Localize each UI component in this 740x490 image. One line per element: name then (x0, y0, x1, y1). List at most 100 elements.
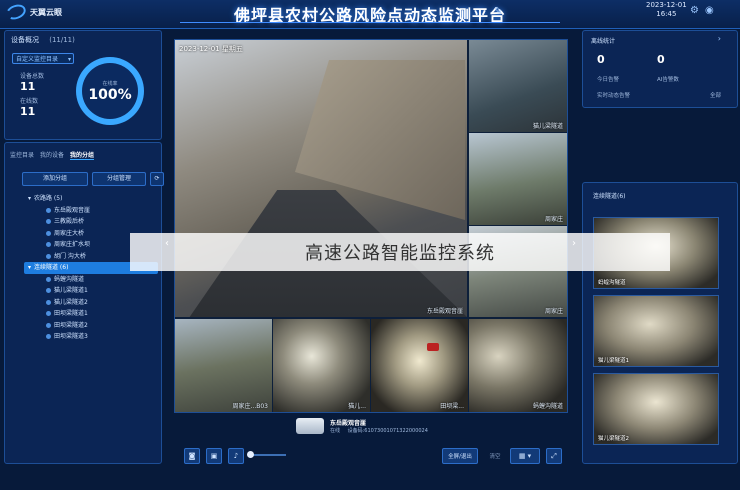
tab-my-devices[interactable]: 我的设备 (40, 150, 64, 160)
side-camera-2[interactable]: 周家庄 (469, 133, 567, 225)
tree-item-label: 猫儿梁隧道2 (54, 298, 88, 306)
tunnel-thumb-3[interactable]: 猫儿梁隧道2 (593, 373, 719, 445)
tunnel-thumbnails-title: 连续隧道(6) (593, 193, 626, 200)
tree-item-label: 田坝梁隧道1 (54, 310, 88, 317)
side-camera-1-label: 猫儿梁隧道 (532, 123, 563, 130)
tree-item[interactable]: 猫儿梁隧道2 (24, 297, 158, 309)
camera-dot-icon (46, 276, 51, 282)
alarm-stats-title: 离线统计 (591, 38, 616, 45)
online-rate-ring-inner: 在线率 100% (82, 63, 138, 119)
logo-text: 天翼云眼 (30, 7, 62, 17)
tree-tabs: 监控目录 我的设备 我的分组 (10, 150, 95, 160)
notification-icon[interactable]: ⚙ (690, 5, 699, 16)
camera-dot-icon (46, 288, 51, 294)
tree-item-label: 三教殿后桥 (54, 218, 85, 225)
time-text: 16:45 (656, 10, 677, 18)
device-overview-title: 设备概况 (11/11) (11, 35, 75, 45)
camera-dot-icon (46, 311, 51, 317)
stat-online: 在线数 11 (20, 96, 38, 118)
bottom-camera-2[interactable]: 猫儿... (273, 319, 370, 412)
tree-item-label: 猫儿梁隧道1 (54, 287, 88, 294)
stat-online-label: 在线数 (20, 98, 39, 105)
main-camera-view[interactable]: 2023-12-01 星期五 东岳殿观音崖 (175, 40, 467, 317)
fullscreen-toggle-button[interactable]: 全屏/退出 (442, 448, 478, 464)
side-camera-2-label: 周家庄 (544, 216, 563, 223)
datetime: 2023-12-01 16:45 (646, 1, 687, 19)
tree-item[interactable]: ▾ 农路路 (5) (24, 193, 158, 205)
manage-group-button[interactable]: 分组管理 (92, 172, 146, 186)
chevron-down-icon: ▾ (28, 264, 32, 271)
tree-item[interactable]: 田坝梁隧道1 (24, 308, 158, 320)
tree-item[interactable]: 田坝梁隧道3 (24, 331, 158, 343)
device-count: (11/11) (49, 36, 75, 44)
bottom-camera-3-label: 田坝梁... (440, 403, 464, 410)
ai-alarm-value: 0 (657, 53, 665, 66)
device-overview-title-text: 设备概况 (11, 36, 39, 44)
record-icon[interactable]: ▣ (206, 448, 222, 464)
side-camera-1[interactable]: 猫儿梁隧道 (469, 40, 567, 132)
refresh-icon[interactable]: ⟳ (150, 172, 164, 186)
tunnel-thumb-2[interactable]: 猫儿梁隧道1 (593, 295, 719, 367)
tree-item[interactable]: 田坝梁隧道2 (24, 320, 158, 332)
stat-total: 设备总数 11 (20, 71, 44, 93)
tab-monitor-catalog[interactable]: 监控目录 (10, 150, 34, 160)
clear-button[interactable]: 清空 (482, 448, 508, 464)
tree-item-label: 田坝梁隧道2 (54, 321, 88, 329)
stat-online-value: 11 (20, 105, 36, 118)
camera-dot-icon (46, 253, 51, 259)
selected-camera-status: 在线 (330, 428, 341, 434)
layout-grid-select[interactable]: ▦ ▾ (510, 448, 540, 464)
bottom-camera-1-label: 周家庄...B03 (232, 403, 268, 410)
camera-dot-icon (46, 299, 51, 305)
catalog-select[interactable]: 自定义监控目录 ▾ (12, 53, 74, 64)
chevron-down-icon: ▾ (28, 195, 32, 202)
camera-dot-icon (46, 207, 51, 213)
tree-item[interactable]: 猫儿梁隧道1 (24, 285, 158, 297)
tree-item-label: 连续隧道 (6) (34, 264, 69, 271)
selected-camera-meta: 在线 设备码:61073001071322000024 (330, 427, 428, 434)
today-alarm-value: 0 (597, 53, 605, 66)
catalog-select-value: 自定义监控目录 (16, 56, 59, 63)
tree-item[interactable]: 三教殿后桥 (24, 216, 158, 228)
tree-item-label: 田坝梁隧道3 (54, 333, 88, 340)
bottom-camera-3[interactable]: 田坝梁... (371, 319, 468, 412)
add-group-button[interactable]: 添加分组 (22, 172, 88, 186)
chevron-right-icon[interactable]: › (718, 34, 721, 43)
selected-camera-name: 东岳殿观音崖 (330, 420, 367, 427)
volume-slider-knob[interactable] (247, 451, 254, 458)
tunnel-thumb-1-label: 蚂蝗沟隧道 (598, 280, 626, 286)
volume-icon[interactable]: ♪ (228, 448, 244, 464)
selected-camera-id: 设备码:61073001071322000024 (347, 428, 428, 434)
vehicle-marker (427, 343, 439, 351)
tree-item-label: 蚂蝗沟隧道 (54, 275, 85, 283)
main-camera-label: 东岳殿观音崖 (426, 308, 463, 315)
bottom-camera-1[interactable]: 周家庄...B03 (175, 319, 272, 412)
volume-slider[interactable] (250, 454, 286, 456)
tree-item[interactable]: 蚂蝗沟隧道 (24, 274, 158, 286)
tree-item-label: 周家庄扩水坝 (54, 241, 91, 248)
tree-button-row: 添加分组 分组管理 ⟳ (22, 172, 164, 186)
stat-total-label: 设备总数 (20, 73, 45, 80)
bottom-camera-4[interactable]: 蚂蝗沟隧道 (469, 319, 567, 412)
edit-icon[interactable]: ✎ (494, 6, 502, 17)
ai-alarm-label: AI告警数 (657, 77, 679, 83)
camera-dot-icon (46, 334, 51, 340)
date-text: 2023-12-01 (646, 1, 687, 9)
online-rate-label: 在线率 (102, 80, 118, 87)
camera-dot-icon (46, 322, 51, 328)
snapshot-icon[interactable]: ◙ (184, 448, 200, 464)
camera-dot-icon (46, 242, 51, 248)
tunnel-thumb-2-label: 猫儿梁隧道1 (598, 358, 629, 364)
tab-my-groups[interactable]: 我的分组 (70, 150, 95, 160)
main-camera-timestamp: 2023-12-01 星期五 (179, 45, 243, 53)
tree-item[interactable]: 东岳殿观音崖 (24, 205, 158, 217)
expand-icon[interactable]: ⤢ (546, 448, 562, 464)
camera-dot-icon (46, 219, 51, 225)
user-icon[interactable]: ◉ (705, 5, 714, 16)
logo-icon (4, 2, 28, 22)
realtime-alarm-label: 实时动态告警 (597, 93, 631, 99)
online-rate-ring: 在线率 100% (76, 57, 144, 125)
stat-total-value: 11 (20, 80, 36, 93)
all-alarms-link[interactable]: 全部 (710, 91, 721, 99)
overlay-banner-text: 高速公路智能监控系统 (305, 243, 495, 264)
